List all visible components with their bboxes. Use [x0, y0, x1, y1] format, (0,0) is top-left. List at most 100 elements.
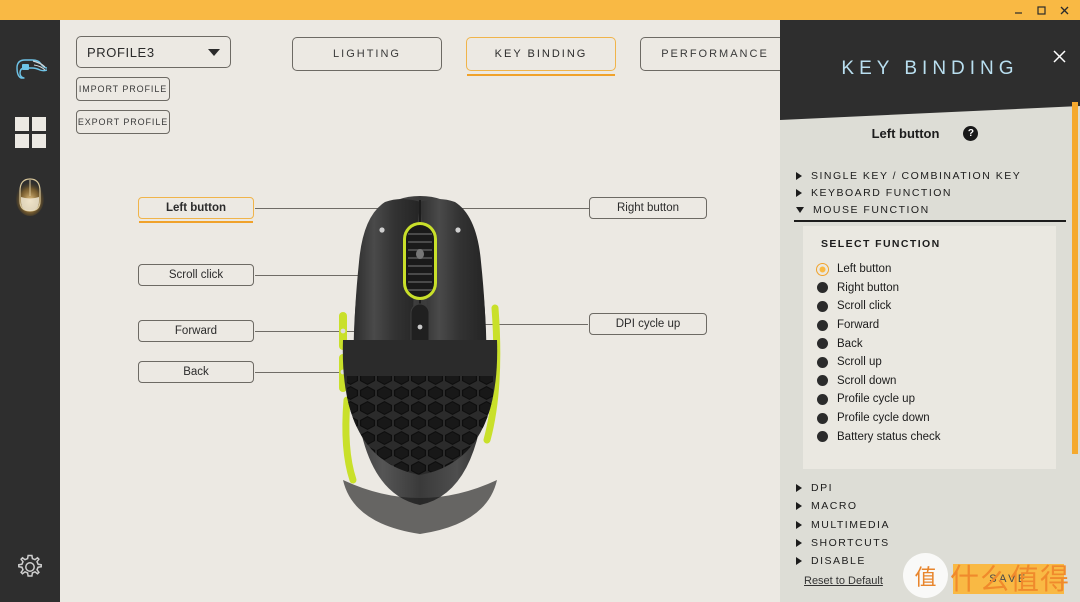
function-option-scroll-click-label: Scroll click [837, 300, 892, 313]
function-option-forward[interactable]: Forward [817, 316, 1047, 335]
diagram-label-forward[interactable]: Forward [138, 320, 254, 342]
radio-icon [817, 412, 828, 424]
window-controls [1013, 5, 1080, 16]
accordion-shortcuts-label: SHORTCUTS [811, 537, 890, 550]
function-option-scroll-click[interactable]: Scroll click [817, 297, 1047, 316]
chevron-right-icon [796, 484, 802, 493]
accordion-single-key[interactable]: SINGLE KEY / COMBINATION KEY [796, 167, 1064, 184]
accordion-sections-top: SINGLE KEY / COMBINATION KEY KEYBOARD FU… [796, 167, 1064, 218]
function-option-back[interactable]: Back [817, 334, 1047, 353]
function-option-scroll-down-label: Scroll down [837, 374, 897, 387]
radio-icon [817, 375, 828, 387]
function-option-battery-status-check-label: Battery status check [837, 430, 941, 443]
tab-performance[interactable]: PERFORMANCE [640, 37, 790, 71]
tab-key-binding[interactable]: KEY BINDING [466, 37, 616, 76]
accordion-keyboard-function[interactable]: KEYBOARD FUNCTION [796, 184, 1064, 201]
panel-help-icon-glyph: ? [967, 127, 974, 139]
key-binding-panel: KEY BINDING Left button ? SINGLE KEY / C… [780, 20, 1080, 602]
function-option-profile-cycle-down-label: Profile cycle down [837, 412, 930, 425]
accordion-single-key-label: SINGLE KEY / COMBINATION KEY [811, 169, 1022, 182]
function-option-right-button[interactable]: Right button [817, 279, 1047, 298]
grid-squares [14, 116, 46, 148]
radio-icon-selected [817, 263, 828, 275]
radio-icon [817, 431, 828, 443]
function-option-scroll-up-label: Scroll up [837, 356, 882, 369]
profile-select[interactable]: PROFILE3 [76, 36, 231, 68]
profile-select-value: PROFILE3 [87, 44, 155, 60]
function-option-scroll-down[interactable]: Scroll down [817, 372, 1047, 391]
export-profile-button[interactable]: EXPORT PROFILE [76, 110, 170, 134]
export-profile-label: EXPORT PROFILE [77, 117, 169, 127]
profile-controls: PROFILE3 IMPORT PROFILE EXPORT PROFILE [76, 36, 231, 134]
settings-gear-icon[interactable] [0, 542, 60, 592]
panel-close-icon[interactable] [1053, 50, 1066, 66]
select-function-box: SELECT FUNCTION Left button Right button… [803, 226, 1056, 469]
chevron-right-icon [796, 539, 802, 548]
mouse-diagram: Left button Scroll click Forward Back Ri… [60, 160, 780, 590]
chevron-down-icon [796, 206, 804, 213]
function-option-forward-label: Forward [837, 319, 880, 332]
minimize-icon[interactable] [1013, 5, 1024, 16]
function-option-left-button[interactable]: Left button [817, 260, 1047, 279]
chevron-right-icon [796, 171, 802, 180]
save-button[interactable]: SAVE [953, 564, 1064, 594]
diagram-label-left-button[interactable]: Left button [138, 197, 254, 223]
radio-icon [817, 319, 828, 331]
accordion-dpi[interactable]: DPI [796, 479, 1064, 497]
function-option-scroll-up[interactable]: Scroll up [817, 353, 1047, 372]
import-profile-button[interactable]: IMPORT PROFILE [76, 77, 170, 101]
title-bar [0, 0, 1080, 20]
tab-bar: LIGHTING KEY BINDING PERFORMANCE [292, 37, 790, 76]
accordion-mouse-function[interactable]: MOUSE FUNCTION [796, 201, 1064, 218]
diagram-label-right-button[interactable]: Right button [589, 197, 707, 219]
diagram-label-left-button-text: Left button [165, 202, 227, 214]
function-option-left-button-label: Left button [837, 263, 892, 276]
maximize-icon[interactable] [1036, 5, 1047, 16]
function-option-profile-cycle-up[interactable]: Profile cycle up [817, 390, 1047, 409]
accordion-macro[interactable]: MACRO [796, 497, 1064, 515]
tab-performance-label: PERFORMANCE [661, 48, 769, 60]
accordion-multimedia[interactable]: MULTIMEDIA [796, 516, 1064, 534]
chevron-down-icon [208, 48, 220, 56]
function-option-profile-cycle-down[interactable]: Profile cycle down [817, 409, 1047, 428]
device-grid-icon[interactable] [0, 102, 60, 162]
accordion-dpi-label: DPI [811, 482, 834, 495]
accordion-keyboard-function-label: KEYBOARD FUNCTION [811, 186, 953, 199]
function-option-profile-cycle-up-label: Profile cycle up [837, 393, 915, 406]
left-sidebar [0, 20, 60, 602]
tab-lighting[interactable]: LIGHTING [292, 37, 442, 71]
diagram-label-back[interactable]: Back [138, 361, 254, 383]
close-icon[interactable] [1059, 5, 1070, 16]
function-radio-list: Left button Right button Scroll click Fo… [817, 260, 1047, 446]
accordion-shortcuts[interactable]: SHORTCUTS [796, 534, 1064, 552]
panel-help-icon[interactable]: ? [963, 126, 979, 141]
chevron-right-icon [796, 557, 802, 566]
function-option-back-label: Back [837, 337, 863, 350]
tab-lighting-label: LIGHTING [333, 48, 401, 60]
function-option-right-button-label: Right button [837, 281, 900, 294]
accordion-sections-bottom: DPI MACRO MULTIMEDIA SHORTCUTS DISABLE [796, 479, 1064, 570]
tab-key-binding-label: KEY BINDING [494, 48, 588, 60]
function-option-battery-status-check[interactable]: Battery status check [817, 427, 1047, 446]
accordion-disable-label: DISABLE [811, 555, 866, 568]
accordion-macro-label: MACRO [811, 500, 858, 513]
accordion-multimedia-label: MULTIMEDIA [811, 518, 890, 531]
radio-icon [817, 282, 828, 294]
panel-scrollbar-thumb[interactable] [1072, 102, 1078, 454]
radio-icon [817, 356, 828, 368]
diagram-label-scroll-click[interactable]: Scroll click [138, 264, 254, 286]
accordion-mouse-function-label: MOUSE FUNCTION [813, 203, 930, 216]
radio-icon [817, 393, 828, 405]
reset-to-default-link[interactable]: Reset to Default [804, 575, 883, 587]
diagram-label-dpi-cycle-up-text: DPI cycle up [615, 318, 681, 330]
chevron-right-icon [796, 188, 802, 197]
diagram-label-dpi-cycle-up[interactable]: DPI cycle up [589, 313, 707, 335]
diagram-label-forward-text: Forward [174, 325, 218, 337]
brand-logo-icon[interactable] [0, 38, 60, 98]
radio-icon [817, 300, 828, 312]
diagram-label-back-text: Back [183, 366, 209, 378]
main-content: PROFILE3 IMPORT PROFILE EXPORT PROFILE ?… [60, 20, 790, 602]
panel-title: KEY BINDING [841, 58, 1019, 79]
binding-target-label: Left button [871, 126, 940, 141]
mouse-device-icon[interactable] [0, 166, 60, 226]
